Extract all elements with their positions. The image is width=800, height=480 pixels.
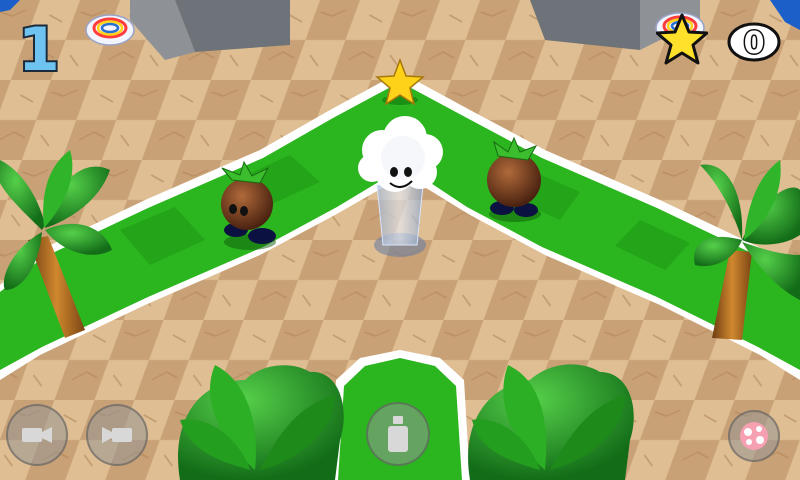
pink-ability-icon	[740, 422, 768, 450]
special-ability-button[interactable]	[728, 410, 780, 462]
camera-icon	[102, 427, 132, 443]
lives-counter: 1	[16, 13, 62, 76]
camera-icon	[22, 427, 52, 443]
rainbow-disc-icon	[85, 14, 135, 46]
star-count: 0	[727, 22, 781, 63]
jump-button[interactable]	[366, 402, 430, 466]
game-screen: 1 0	[0, 0, 800, 480]
wall-block-left	[175, 0, 290, 52]
jump-icon	[388, 416, 408, 452]
camera-rotate-left-button[interactable]	[6, 404, 68, 466]
camera-rotate-right-button[interactable]	[86, 404, 148, 466]
star-icon	[656, 13, 708, 65]
star-count-value: 0	[744, 26, 765, 61]
lives-count: 1	[18, 15, 60, 76]
